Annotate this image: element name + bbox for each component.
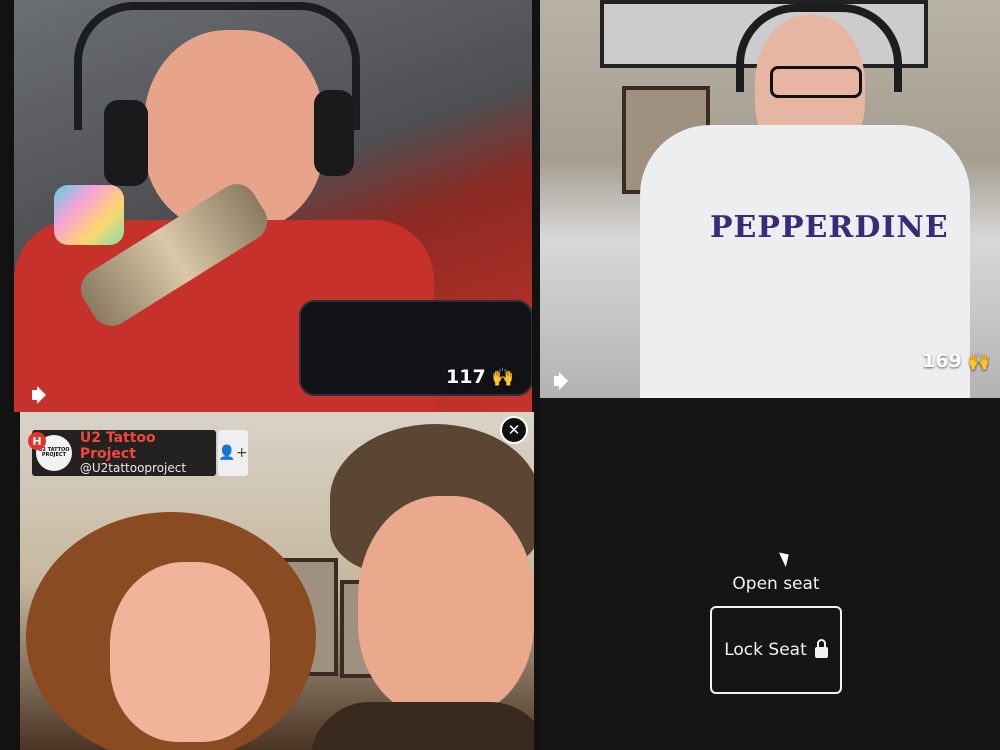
raised-hands-icon: 🙌 [491, 366, 515, 388]
close-icon: ✕ [507, 421, 521, 439]
logo-text: U2 TATTOO PROJECT [38, 447, 70, 458]
headset-cup [104, 100, 148, 186]
video-tile-top-left[interactable]: 117 🙌 [14, 0, 532, 412]
sticker-graphic [54, 185, 124, 245]
host-handle: @U2tattooproject [79, 461, 187, 476]
host-name[interactable]: U2 Tattoo Project [80, 430, 216, 462]
glasses-graphic [770, 66, 862, 98]
viewer-count: 169 🙌 [922, 350, 990, 372]
shirt-text: PEPPERDINE [710, 210, 949, 245]
raised-hands-icon: 🙌 [967, 350, 991, 372]
open-seat-label: Open seat [732, 574, 820, 594]
close-button[interactable]: ✕ [500, 416, 528, 444]
host-badge: H [28, 432, 46, 450]
video-tile-top-right[interactable]: PEPPERDINE 169 🙌 [540, 0, 1000, 398]
speaker-icon[interactable] [32, 384, 39, 405]
viewer-count: 117 🙌 [446, 366, 514, 388]
count-value: 117 [446, 366, 486, 388]
speaker-icon[interactable] [554, 370, 561, 391]
mouse-cursor [778, 549, 794, 567]
lock-seat-button[interactable]: Lock Seat [710, 606, 842, 694]
headset-cup [314, 90, 354, 176]
participant-face [110, 562, 270, 742]
participant-shirt [310, 702, 534, 750]
host-card[interactable]: U2 TATTOO PROJECT U2 Tattoo Project @U2t… [32, 430, 216, 476]
add-user-icon: 👤+ [218, 445, 248, 461]
count-value: 169 [922, 350, 962, 372]
video-tile-host[interactable]: H U2 TATTOO PROJECT U2 Tattoo Project @U… [20, 412, 534, 750]
participant-shirt [640, 125, 970, 398]
open-seat-tile: Open seat Lock Seat [540, 398, 1000, 750]
lock-seat-label: Lock Seat [724, 640, 807, 660]
participant-face [358, 496, 534, 716]
lock-icon [814, 639, 828, 658]
add-user-button[interactable]: 👤+ [218, 430, 248, 476]
